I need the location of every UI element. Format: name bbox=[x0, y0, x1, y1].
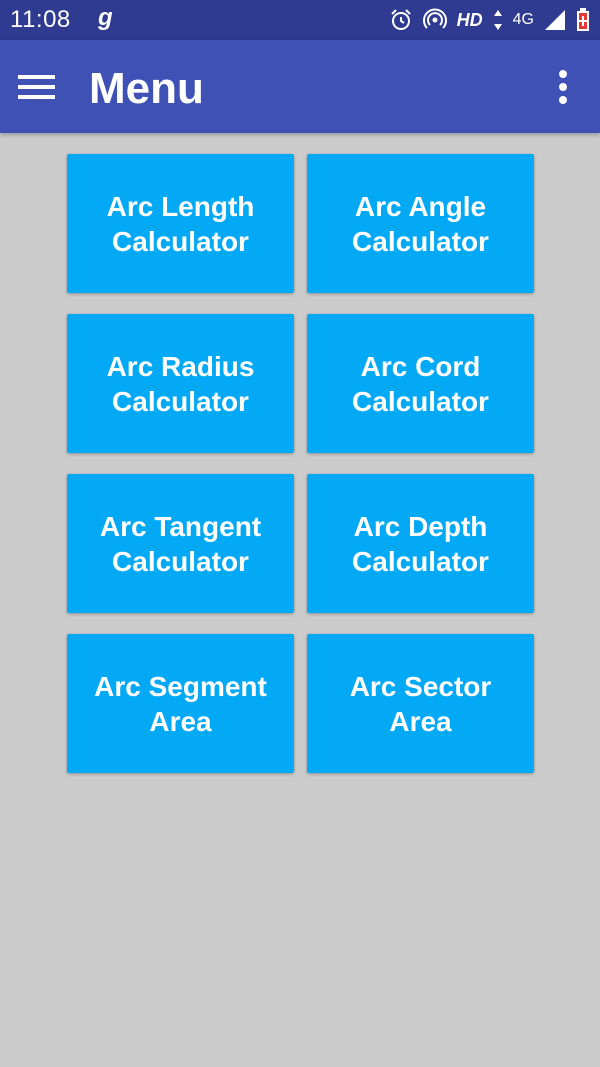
arc-sector-area-button[interactable]: Arc Sector Area bbox=[307, 634, 534, 773]
carrier-glyph: g bbox=[98, 4, 113, 31]
tile-label: Arc Radius Calculator bbox=[106, 350, 255, 417]
data-arrows-icon bbox=[493, 9, 503, 31]
tile-label: Arc Segment Area bbox=[94, 670, 267, 737]
page-title: Menu bbox=[89, 64, 204, 113]
tile-label: Arc Sector Area bbox=[349, 670, 492, 737]
arc-angle-calculator-button[interactable]: Arc Angle Calculator bbox=[307, 154, 534, 293]
arc-radius-calculator-button[interactable]: Arc Radius Calculator bbox=[67, 314, 294, 453]
status-icons: HD 4G bbox=[389, 7, 590, 33]
tile-label: Arc Depth Calculator bbox=[352, 510, 489, 577]
network-label: HD bbox=[456, 9, 483, 30]
menu-grid: Arc Length Calculator Arc Angle Calculat… bbox=[67, 154, 534, 773]
status-time: 11:08 bbox=[10, 6, 71, 33]
arc-depth-calculator-button[interactable]: Arc Depth Calculator bbox=[307, 474, 534, 613]
status-bar: 11:08 g HD 4G bbox=[0, 0, 600, 40]
arc-length-calculator-button[interactable]: Arc Length Calculator bbox=[67, 154, 294, 293]
hotspot-icon bbox=[422, 8, 447, 32]
arc-segment-area-button[interactable]: Arc Segment Area bbox=[67, 634, 294, 773]
battery-icon bbox=[576, 8, 590, 32]
arc-cord-calculator-button[interactable]: Arc Cord Calculator bbox=[307, 314, 534, 453]
alarm-icon bbox=[389, 8, 413, 32]
tile-label: Arc Tangent Calculator bbox=[99, 510, 262, 577]
tile-label: Arc Angle Calculator bbox=[352, 190, 489, 257]
app-bar: Menu bbox=[0, 40, 600, 133]
tile-label: Arc Length Calculator bbox=[106, 190, 255, 257]
signal-type: 4G bbox=[512, 11, 534, 28]
arc-tangent-calculator-button[interactable]: Arc Tangent Calculator bbox=[67, 474, 294, 613]
hamburger-menu-icon[interactable] bbox=[18, 73, 56, 101]
tile-label: Arc Cord Calculator bbox=[352, 350, 489, 417]
more-vert-icon[interactable] bbox=[550, 68, 576, 106]
signal-icon bbox=[544, 9, 566, 31]
